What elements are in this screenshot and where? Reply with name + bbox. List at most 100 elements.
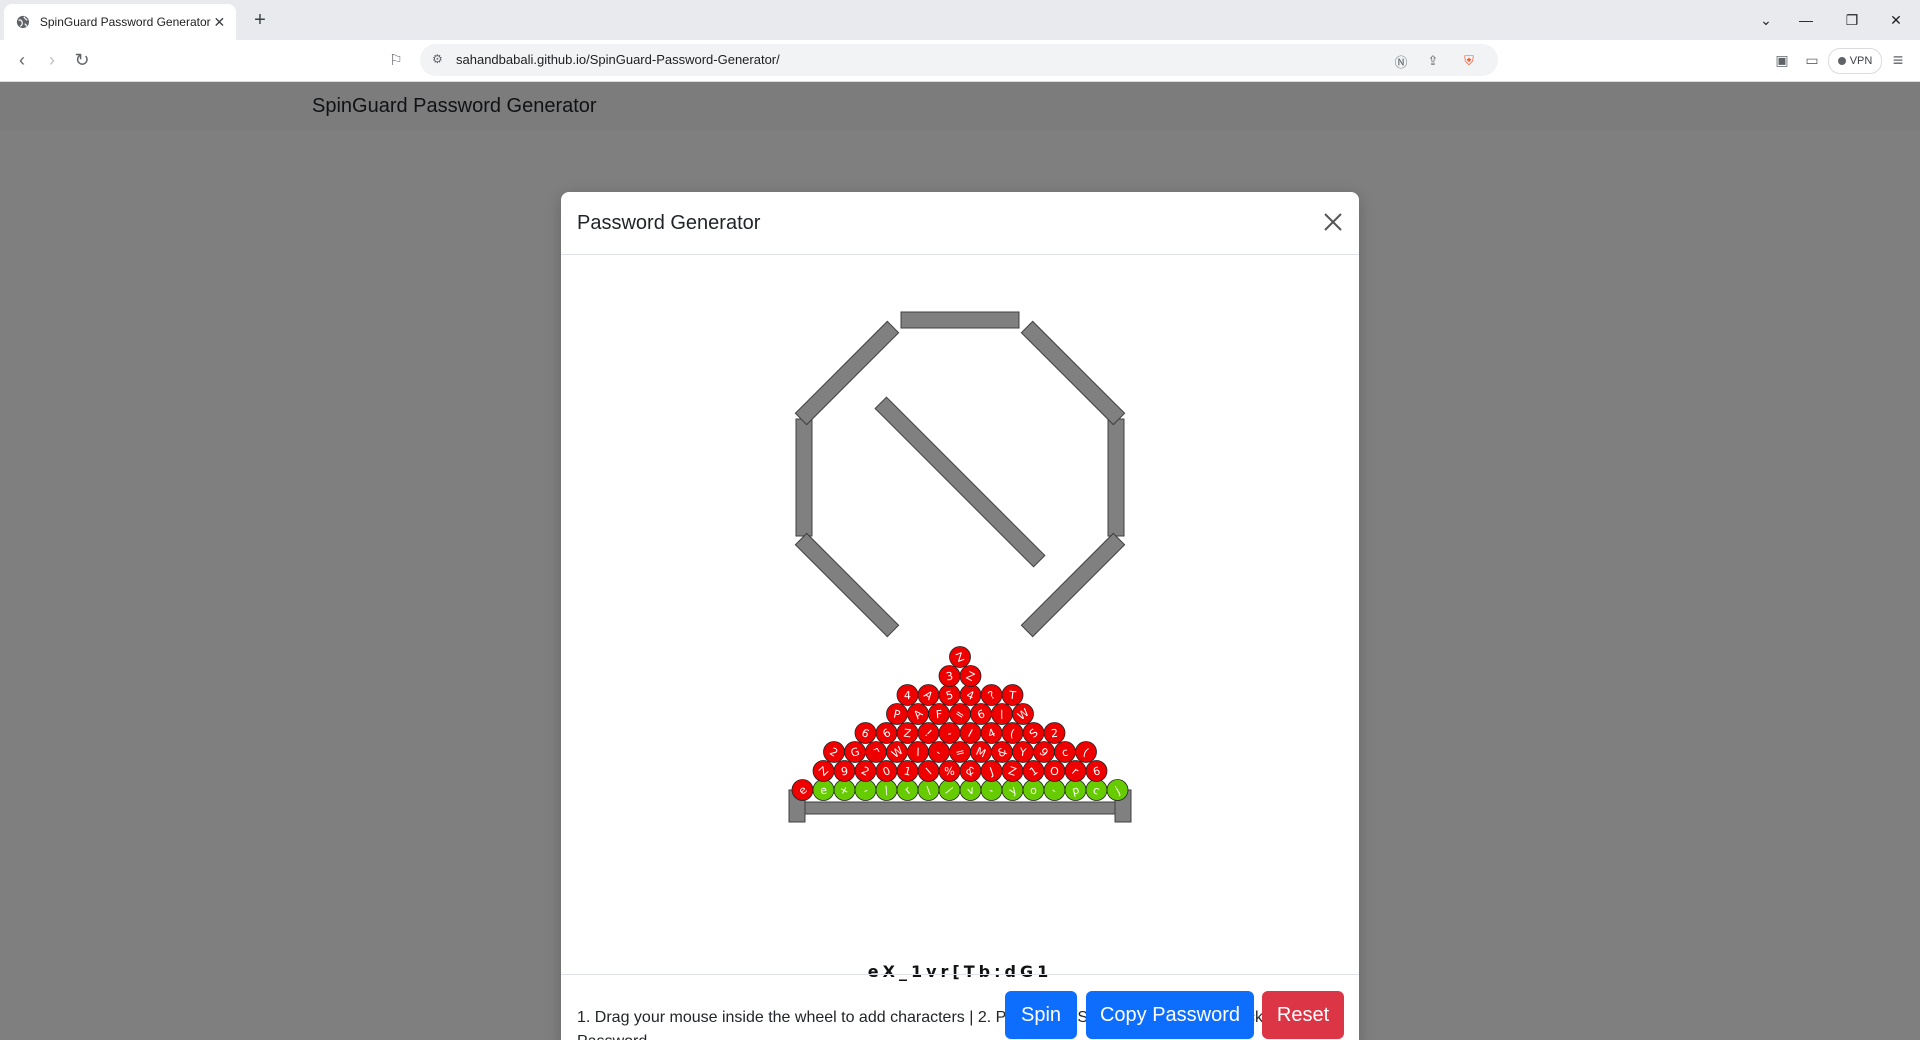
character-ball: A xyxy=(907,703,929,725)
back-icon[interactable]: ‹ xyxy=(10,48,34,72)
character-ball: c xyxy=(1085,779,1108,801)
character-ball: G xyxy=(844,741,866,763)
new-tab-icon[interactable]: + xyxy=(248,8,272,32)
svg-text:F: F xyxy=(935,708,942,721)
restore-icon[interactable]: ❐ xyxy=(1838,8,1866,32)
character-ball: & xyxy=(959,760,982,782)
character-ball: \ xyxy=(875,779,898,801)
character-ball: Z xyxy=(1001,760,1024,782)
character-ball: Z xyxy=(959,665,982,687)
reload-icon[interactable]: ↻ xyxy=(70,48,94,72)
bookmark-icon[interactable]: ⚐ xyxy=(384,48,408,72)
browser-toolbar: ‹ › ↻ ⚐ ⚙ sahandbabali.github.io/SpinGua… xyxy=(0,40,1920,82)
minimize-icon[interactable]: — xyxy=(1792,8,1820,32)
character-ball: j xyxy=(1106,779,1129,801)
brave-shield-icon[interactable]: ⛨ xyxy=(1460,52,1478,70)
forward-icon[interactable]: › xyxy=(40,48,64,72)
character-ball: - xyxy=(980,779,1003,801)
character-ball: ( xyxy=(1001,722,1024,744)
character-ball: - xyxy=(928,741,950,763)
tab-search-icon[interactable]: ⌄ xyxy=(1752,8,1780,32)
url-text: sahandbabali.github.io/SpinGuard-Passwor… xyxy=(456,52,780,67)
octagon-walls xyxy=(794,311,1126,638)
character-ball: l xyxy=(907,741,929,763)
wheel-graphic: e e + - \ r \ / v - y o - p c jZ 9 2 0 1 I% & J Z 1 Or 62 G ^ Wl - = M & Y… xyxy=(788,311,1132,823)
character-ball: r xyxy=(896,779,919,801)
character-ball: r xyxy=(1064,760,1087,782)
character-ball: ! xyxy=(917,722,940,744)
address-bar[interactable]: ⚙ sahandbabali.github.io/SpinGuard-Passw… xyxy=(420,44,1498,76)
page: SpinGuard Password Generator Password Ge… xyxy=(0,82,1920,1040)
modal-header: Password Generator xyxy=(561,192,1359,255)
character-ball: 4 xyxy=(980,722,1003,744)
character-ball: W xyxy=(886,741,908,763)
character-ball: / xyxy=(938,779,961,801)
svg-text:2: 2 xyxy=(1051,727,1059,740)
window-close-icon[interactable]: ✕ xyxy=(1882,8,1910,32)
character-ball: v xyxy=(959,779,982,801)
reset-button[interactable]: Reset xyxy=(1262,991,1344,1039)
character-ball: o xyxy=(1022,779,1045,801)
character-ball: ? xyxy=(980,684,1003,706)
copy-password-button[interactable]: Copy Password xyxy=(1086,991,1254,1039)
character-ball: \ xyxy=(917,779,940,801)
wall-bottom-left xyxy=(794,532,900,638)
character-ball: Z xyxy=(896,722,919,744)
character-ball: P xyxy=(886,703,908,725)
spin-wheel-canvas[interactable]: e e + - \ r \ / v - y o - p c j Z 9 2 0 1 I% & J Z 1 Or 6 2 G ^ Wl - = M & Y… xyxy=(561,255,1359,895)
character-ball: e xyxy=(791,779,814,801)
character-ball: p xyxy=(1064,779,1087,801)
tray-base xyxy=(800,801,1120,815)
svg-text:O: O xyxy=(1050,765,1059,778)
character-ball: 4 xyxy=(959,684,982,706)
character-ball: 2 xyxy=(854,760,877,782)
character-ball: A xyxy=(917,684,940,706)
character-ball: - xyxy=(938,722,961,744)
character-ball: - xyxy=(854,779,877,801)
share-icon[interactable]: ⇪ xyxy=(1424,52,1442,70)
character-ball: I xyxy=(917,760,940,782)
character-ball: 9 xyxy=(1033,741,1055,763)
character-ball: & xyxy=(991,741,1013,763)
character-ball: 6 xyxy=(854,722,877,744)
vpn-status-icon xyxy=(1837,57,1846,65)
character-balls: e e + - \ r \ / v - y o - p c jZ 9 2 0 1 I% & J Z 1 Or 62 G ^ Wl - = M & Y… xyxy=(791,646,1129,801)
svg-text:%: % xyxy=(944,765,955,779)
character-ball: - xyxy=(1043,779,1066,801)
svg-text:o: o xyxy=(1030,784,1037,797)
password-generator-modal: Password Generator e e + - \ r \ / v - y… xyxy=(561,192,1359,1040)
tab-title: SpinGuard Password Generator xyxy=(39,15,211,29)
menu-icon[interactable]: ≡ xyxy=(1886,48,1910,72)
close-icon[interactable] xyxy=(1323,212,1343,232)
browser-tab[interactable]: SpinGuard Password Generator ✕ xyxy=(4,4,236,40)
site-settings-icon[interactable]: ⚙ xyxy=(432,52,448,68)
character-ball: y xyxy=(1001,779,1024,801)
wall-right xyxy=(1107,418,1125,537)
character-ball: e xyxy=(812,779,835,801)
character-ball: \ xyxy=(991,703,1013,725)
character-ball: J xyxy=(980,760,1003,782)
wall-top-right xyxy=(1020,320,1126,426)
wall-top xyxy=(900,311,1020,329)
character-ball: 9 xyxy=(833,760,856,782)
character-ball: = xyxy=(949,703,971,725)
tab-close-icon[interactable]: ✕ xyxy=(211,12,228,32)
character-ball: Z xyxy=(949,646,971,668)
wallet-icon[interactable]: ▭ xyxy=(1800,48,1824,72)
character-ball: I xyxy=(959,722,982,744)
character-ball: 1 xyxy=(896,760,919,782)
vpn-button[interactable]: VPN xyxy=(1828,48,1882,74)
translate-off-icon[interactable]: Ⓝ xyxy=(1392,52,1410,70)
spinner-paddle xyxy=(874,396,1046,568)
character-ball: O xyxy=(1043,760,1066,782)
vpn-label: VPN xyxy=(1849,55,1873,67)
character-ball: M xyxy=(970,741,992,763)
character-ball: 2 xyxy=(823,741,845,763)
character-ball: 2 xyxy=(1043,722,1066,744)
character-ball: W xyxy=(1012,703,1034,725)
character-ball: 6 xyxy=(875,722,898,744)
sidebar-icon[interactable]: ▣ xyxy=(1770,48,1794,72)
character-ball: Z xyxy=(812,760,835,782)
spin-button[interactable]: Spin xyxy=(1005,991,1077,1039)
character-ball: Y xyxy=(1012,741,1034,763)
